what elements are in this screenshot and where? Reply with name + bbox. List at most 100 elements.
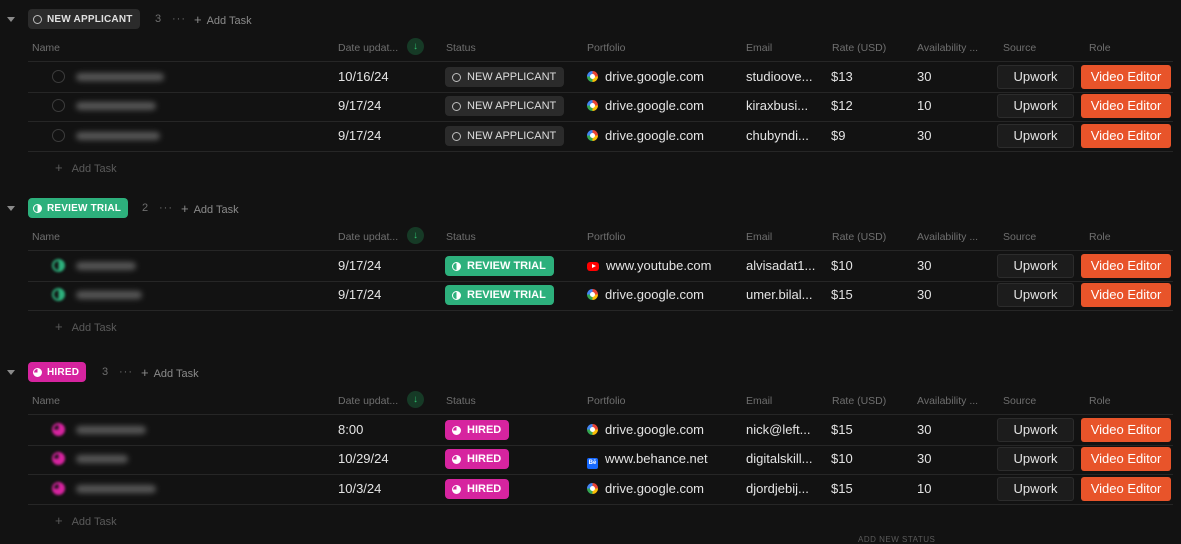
col-role[interactable]: Role	[1089, 231, 1111, 243]
table-row[interactable]: 10/16/24 NEW APPLICANT drive.google.com …	[28, 61, 1173, 93]
col-availability[interactable]: Availability ...	[917, 231, 978, 243]
cell-rate[interactable]: $9	[831, 121, 845, 151]
add-task-row-button[interactable]: + Add Task	[55, 160, 117, 175]
cell-availability[interactable]: 30	[917, 62, 931, 92]
status-badge[interactable]: REVIEW TRIAL	[445, 285, 554, 305]
col-email[interactable]: Email	[746, 42, 772, 54]
col-status[interactable]: Status	[446, 42, 476, 54]
cell-date[interactable]: 10/16/24	[338, 62, 389, 92]
sort-desc-icon[interactable]: ↓	[407, 391, 424, 408]
cell-availability[interactable]: 30	[917, 444, 931, 474]
source-tag[interactable]: Upwork	[997, 254, 1074, 278]
col-role[interactable]: Role	[1089, 42, 1111, 54]
col-source[interactable]: Source	[1003, 42, 1036, 54]
cell-rate[interactable]: $10	[831, 251, 853, 281]
status-badge[interactable]: HIRED	[445, 420, 510, 440]
status-badge[interactable]: NEW APPLICANT	[445, 67, 565, 87]
role-tag[interactable]: Video Editor	[1081, 94, 1171, 118]
task-status-icon[interactable]	[52, 259, 65, 272]
status-badge[interactable]: NEW APPLICANT	[445, 126, 565, 146]
table-row[interactable]: 10/3/24 HIRED drive.google.com djordjebi…	[28, 474, 1173, 505]
source-tag[interactable]: Upwork	[997, 418, 1074, 442]
group-add-task-button[interactable]: + Add Task	[141, 365, 199, 380]
collapse-caret-icon[interactable]	[7, 206, 15, 211]
cell-portfolio[interactable]: drive.google.com	[587, 91, 704, 121]
add-new-status-button[interactable]: ADD NEW STATUS	[858, 535, 935, 544]
cell-date[interactable]: 9/17/24	[338, 121, 381, 151]
task-status-icon[interactable]	[52, 70, 65, 83]
task-name-blurred[interactable]	[76, 73, 164, 81]
group-status-pill[interactable]: HIRED	[28, 362, 87, 382]
cell-rate[interactable]: $13	[831, 62, 853, 92]
sort-desc-icon[interactable]: ↓	[407, 38, 424, 55]
cell-portfolio[interactable]: drive.google.com	[587, 280, 704, 310]
col-date-updated[interactable]: Date updat...	[338, 395, 398, 407]
cell-portfolio[interactable]: drive.google.com	[587, 62, 704, 92]
cell-email[interactable]: studioove...	[746, 62, 813, 92]
task-name-blurred[interactable]	[76, 132, 160, 140]
cell-date[interactable]: 10/29/24	[338, 444, 389, 474]
cell-availability[interactable]: 10	[917, 474, 931, 504]
col-portfolio[interactable]: Portfolio	[587, 395, 626, 407]
col-status[interactable]: Status	[446, 231, 476, 243]
portfolio-link[interactable]: www.behance.net	[605, 451, 708, 466]
cell-email[interactable]: chubyndi...	[746, 121, 809, 151]
task-name-blurred[interactable]	[76, 262, 136, 270]
portfolio-link[interactable]: www.youtube.com	[606, 258, 712, 273]
table-row[interactable]: 9/17/24 REVIEW TRIAL www.youtube.com alv…	[28, 250, 1173, 282]
group-add-task-button[interactable]: + Add Task	[194, 12, 252, 27]
col-portfolio[interactable]: Portfolio	[587, 42, 626, 54]
col-source[interactable]: Source	[1003, 231, 1036, 243]
task-status-icon[interactable]	[52, 452, 65, 465]
group-status-pill[interactable]: NEW APPLICANT	[28, 9, 140, 29]
task-status-icon[interactable]	[52, 482, 65, 495]
group-add-task-button[interactable]: + Add Task	[181, 201, 239, 216]
role-tag[interactable]: Video Editor	[1081, 65, 1171, 89]
table-row[interactable]: 8:00 HIRED drive.google.com nick@left...…	[28, 414, 1173, 446]
task-status-icon[interactable]	[52, 423, 65, 436]
status-badge[interactable]: REVIEW TRIAL	[445, 256, 554, 276]
role-tag[interactable]: Video Editor	[1081, 477, 1171, 501]
portfolio-link[interactable]: drive.google.com	[605, 69, 704, 84]
status-badge[interactable]: HIRED	[445, 449, 510, 469]
portfolio-link[interactable]: drive.google.com	[605, 422, 704, 437]
cell-rate[interactable]: $10	[831, 444, 853, 474]
col-availability[interactable]: Availability ...	[917, 395, 978, 407]
cell-portfolio[interactable]: drive.google.com	[587, 415, 704, 445]
sort-desc-icon[interactable]: ↓	[407, 227, 424, 244]
group-status-pill[interactable]: REVIEW TRIAL	[28, 198, 129, 218]
cell-availability[interactable]: 30	[917, 251, 931, 281]
table-row[interactable]: 9/17/24 REVIEW TRIAL drive.google.com um…	[28, 280, 1173, 311]
cell-date[interactable]: 9/17/24	[338, 91, 381, 121]
cell-portfolio[interactable]: drive.google.com	[587, 474, 704, 504]
cell-email[interactable]: digitalskill...	[746, 444, 812, 474]
cell-email[interactable]: umer.bilal...	[746, 280, 812, 310]
source-tag[interactable]: Upwork	[997, 94, 1074, 118]
cell-rate[interactable]: $12	[831, 91, 853, 121]
col-role[interactable]: Role	[1089, 395, 1111, 407]
cell-date[interactable]: 9/17/24	[338, 280, 381, 310]
status-badge[interactable]: HIRED	[445, 479, 510, 499]
cell-rate[interactable]: $15	[831, 280, 853, 310]
collapse-caret-icon[interactable]	[7, 370, 15, 375]
cell-availability[interactable]: 10	[917, 91, 931, 121]
role-tag[interactable]: Video Editor	[1081, 124, 1171, 148]
cell-portfolio[interactable]: drive.google.com	[587, 121, 704, 151]
portfolio-link[interactable]: drive.google.com	[605, 481, 704, 496]
cell-rate[interactable]: $15	[831, 415, 853, 445]
cell-email[interactable]: kiraxbusi...	[746, 91, 808, 121]
col-source[interactable]: Source	[1003, 395, 1036, 407]
col-availability[interactable]: Availability ...	[917, 42, 978, 54]
portfolio-link[interactable]: drive.google.com	[605, 128, 704, 143]
add-task-row-button[interactable]: + Add Task	[55, 513, 117, 528]
col-rate[interactable]: Rate (USD)	[832, 231, 886, 243]
col-portfolio[interactable]: Portfolio	[587, 231, 626, 243]
role-tag[interactable]: Video Editor	[1081, 418, 1171, 442]
portfolio-link[interactable]: drive.google.com	[605, 98, 704, 113]
table-row[interactable]: 9/17/24 NEW APPLICANT drive.google.com c…	[28, 121, 1173, 152]
col-email[interactable]: Email	[746, 395, 772, 407]
task-name-blurred[interactable]	[76, 426, 146, 434]
col-status[interactable]: Status	[446, 395, 476, 407]
table-row[interactable]: 9/17/24 NEW APPLICANT drive.google.com k…	[28, 91, 1173, 122]
col-name[interactable]: Name	[32, 231, 60, 243]
